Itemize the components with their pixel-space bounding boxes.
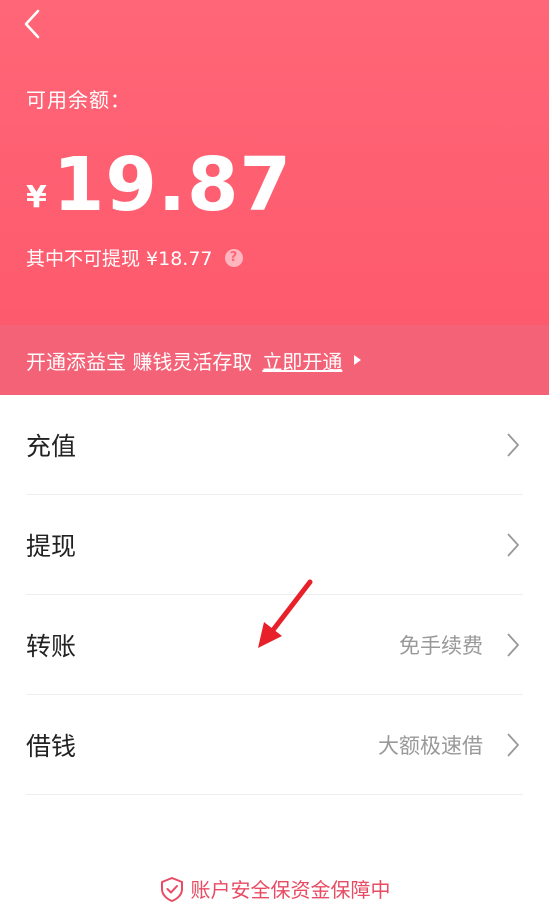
promo-banner[interactable]: 开通添益宝 赚钱灵活存取 立即开通 bbox=[0, 325, 549, 395]
security-footer: 账户安全保资金保障中 bbox=[0, 874, 549, 903]
annotation-arrow-icon bbox=[258, 579, 313, 648]
available-balance-label: 可用余额： bbox=[26, 88, 131, 112]
list-item-hint: 免手续费 bbox=[399, 633, 483, 658]
security-text: 账户安全保资金保障中 bbox=[190, 878, 391, 902]
non-withdrawable-text: 其中不可提现 ¥18.77 bbox=[26, 248, 213, 270]
balance-amount: ¥ 19.87 bbox=[26, 145, 292, 225]
wallet-page: 可用余额： ¥ 19.87 其中不可提现 ¥18.77 ? 开通添益宝 赚钱灵活… bbox=[0, 0, 549, 914]
promo-text: 开通添益宝 赚钱灵活存取 bbox=[26, 349, 253, 374]
list-item-borrow[interactable]: 借钱 大额极速借 bbox=[26, 695, 523, 795]
shield-check-icon bbox=[160, 876, 183, 902]
list-item-recharge[interactable]: 充值 bbox=[26, 395, 523, 495]
chevron-right-icon bbox=[503, 431, 523, 459]
list-item-label: 提现 bbox=[26, 531, 77, 561]
chevron-right-icon bbox=[503, 631, 523, 659]
chevron-right-icon bbox=[503, 731, 523, 759]
list-item-label: 借钱 bbox=[26, 731, 77, 761]
back-arrow-icon bbox=[24, 9, 40, 39]
list-item-label: 充值 bbox=[26, 431, 77, 461]
back-button[interactable] bbox=[14, 6, 50, 42]
list-item-label: 转账 bbox=[26, 631, 77, 661]
balance-header: 可用余额： ¥ 19.87 其中不可提现 ¥18.77 ? bbox=[0, 0, 549, 325]
chevron-right-icon bbox=[503, 531, 523, 559]
list-item-hint: 大额极速借 bbox=[378, 733, 483, 758]
currency-symbol: ¥ bbox=[26, 180, 47, 215]
promo-activate-link[interactable]: 立即开通 bbox=[262, 346, 342, 375]
balance-value: 19.87 bbox=[52, 142, 292, 228]
question-icon[interactable]: ? bbox=[224, 248, 243, 267]
non-withdrawable-row: 其中不可提现 ¥18.77 ? bbox=[26, 244, 243, 271]
triangle-right-icon bbox=[354, 355, 362, 365]
